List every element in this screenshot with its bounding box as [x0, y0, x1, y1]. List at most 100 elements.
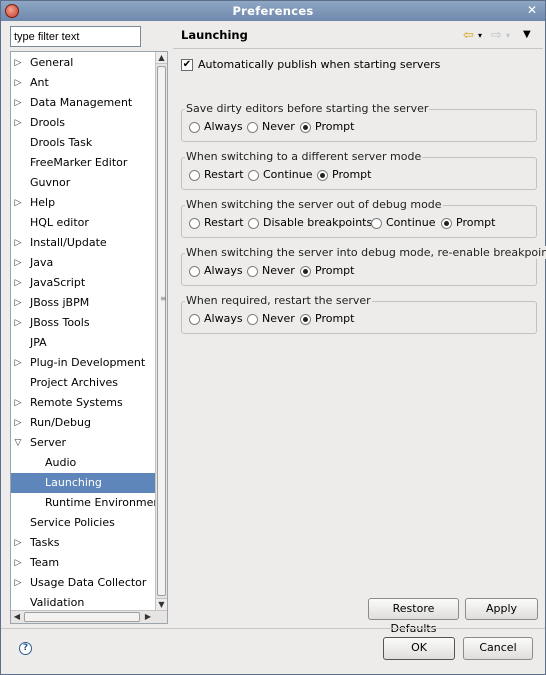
tree-item[interactable]: ▷ Data Management: [11, 93, 156, 113]
tree-vertical-scrollbar[interactable]: ▲ ▼: [155, 52, 167, 611]
tree-item[interactable]: ▷ Usage Data Collector: [11, 573, 156, 593]
close-icon[interactable]: ✕: [525, 3, 539, 17]
scroll-up-icon[interactable]: ▲: [156, 52, 167, 64]
tree-item[interactable]: Runtime Environment: [11, 493, 165, 513]
radio-label: Never: [262, 120, 295, 133]
radio-label: Prompt: [315, 264, 355, 277]
radio-button[interactable]: [300, 266, 311, 277]
expanded-arrow-icon[interactable]: ▽: [13, 433, 23, 453]
tree-item-label: JPA: [30, 336, 47, 349]
pane-sash-grip[interactable]: ≡: [160, 294, 167, 303]
tree-item-label: Server: [30, 436, 67, 449]
radio-button[interactable]: [300, 314, 311, 325]
tree-item-label: Drools: [30, 116, 65, 129]
tree-item-label: HQL editor: [30, 216, 89, 229]
collapsed-arrow-icon[interactable]: ▷: [13, 193, 23, 213]
tree-item[interactable]: ▷ Team: [11, 553, 156, 573]
tree-item[interactable]: ▷ JBoss jBPM: [11, 293, 156, 313]
collapsed-arrow-icon[interactable]: ▷: [13, 573, 23, 593]
restore-defaults-button[interactable]: Restore Defaults: [368, 598, 459, 635]
radio-button[interactable]: [248, 170, 259, 181]
title-separator: [173, 48, 543, 49]
tree-item[interactable]: Service Policies: [11, 513, 156, 533]
preference-tree: ▷ General ▷ Ant ▷ Data Management ▷ Drools Drool…: [10, 51, 168, 624]
tree-item[interactable]: ▷ JBoss Tools: [11, 313, 156, 333]
collapsed-arrow-icon[interactable]: ▷: [13, 73, 23, 93]
tree-item[interactable]: Project Archives: [11, 373, 156, 393]
view-menu-icon[interactable]: ▼: [523, 29, 531, 40]
collapsed-arrow-icon[interactable]: ▷: [13, 93, 23, 113]
radio-button[interactable]: [247, 314, 258, 325]
forward-arrow-icon[interactable]: ⇨: [491, 28, 502, 43]
tree-item-label: Team: [30, 556, 60, 569]
scroll-right-icon[interactable]: ▶: [142, 611, 154, 623]
collapsed-arrow-icon[interactable]: ▷: [13, 313, 23, 333]
collapsed-arrow-icon[interactable]: ▷: [13, 353, 23, 373]
tree-item[interactable]: ▷ Help: [11, 193, 156, 213]
tree-item-label: Data Management: [30, 96, 133, 109]
ok-button[interactable]: OK: [383, 637, 455, 660]
tree-item[interactable]: ▷ General: [11, 53, 156, 73]
tree-item-label: Runtime Environment: [45, 496, 165, 509]
tree-item[interactable]: HQL editor: [11, 213, 156, 233]
radio-label: Continue: [386, 216, 436, 229]
collapsed-arrow-icon[interactable]: ▷: [13, 293, 23, 313]
collapsed-arrow-icon[interactable]: ▷: [13, 413, 23, 433]
scroll-thumb[interactable]: [157, 66, 166, 596]
tree-item[interactable]: JPA: [11, 333, 156, 353]
tree-item[interactable]: Guvnor: [11, 173, 156, 193]
tree-item-label: Tasks: [30, 536, 60, 549]
auto-publish-checkbox[interactable]: ✔: [181, 59, 193, 71]
radio-button[interactable]: [189, 122, 200, 133]
help-icon[interactable]: ?: [19, 642, 32, 655]
forward-dropdown-icon[interactable]: ▾: [506, 31, 510, 40]
tree-item[interactable]: ▷ Install/Update: [11, 233, 156, 253]
tree-item[interactable]: ▷ Java: [11, 253, 156, 273]
radio-button[interactable]: [189, 218, 200, 229]
radio-button[interactable]: [189, 170, 200, 181]
collapsed-arrow-icon[interactable]: ▷: [13, 233, 23, 253]
hscroll-thumb[interactable]: [24, 612, 140, 622]
scroll-down-icon[interactable]: ▼: [156, 598, 167, 610]
radio-button[interactable]: [300, 122, 311, 133]
back-arrow-icon[interactable]: ⇦: [463, 28, 474, 43]
filter-input[interactable]: [10, 26, 141, 47]
collapsed-arrow-icon[interactable]: ▷: [13, 113, 23, 133]
tree-item[interactable]: ▷ Tasks: [11, 533, 156, 553]
radio-button[interactable]: [189, 314, 200, 325]
tree-item[interactable]: ▷ JavaScript: [11, 273, 156, 293]
tree-item[interactable]: ▽ Server: [11, 433, 156, 453]
tree-item[interactable]: ▷ Drools: [11, 113, 156, 133]
radio-button[interactable]: [247, 266, 258, 277]
radio-button[interactable]: [247, 122, 258, 133]
tree-item-label: Audio: [45, 456, 77, 469]
collapsed-arrow-icon[interactable]: ▷: [13, 533, 23, 553]
tree-item[interactable]: Launching: [11, 473, 156, 493]
tree-item[interactable]: ▷ Ant: [11, 73, 156, 93]
tree-item[interactable]: Audio: [11, 453, 156, 473]
radio-button[interactable]: [441, 218, 452, 229]
collapsed-arrow-icon[interactable]: ▷: [13, 273, 23, 293]
tree-item[interactable]: ▷ Run/Debug: [11, 413, 156, 433]
radio-button[interactable]: [371, 218, 382, 229]
apply-button[interactable]: Apply: [465, 598, 538, 620]
collapsed-arrow-icon[interactable]: ▷: [13, 253, 23, 273]
collapsed-arrow-icon[interactable]: ▷: [13, 53, 23, 73]
radio-button[interactable]: [248, 218, 259, 229]
collapsed-arrow-icon[interactable]: ▷: [13, 553, 23, 573]
cancel-button[interactable]: Cancel: [463, 637, 533, 660]
tree-horizontal-scrollbar[interactable]: ◀ ▶: [11, 610, 167, 623]
back-dropdown-icon[interactable]: ▾: [478, 31, 482, 40]
tree-item-label: Run/Debug: [30, 416, 91, 429]
group-legend: When switching the server into debug mod…: [185, 246, 546, 259]
tree-item[interactable]: ▷ Plug-in Development: [11, 353, 156, 373]
footer-separator: [1, 628, 545, 629]
option-group: Save dirty editors before starting the s…: [181, 102, 537, 142]
scroll-left-icon[interactable]: ◀: [11, 611, 23, 623]
tree-item[interactable]: FreeMarker Editor: [11, 153, 156, 173]
radio-button[interactable]: [317, 170, 328, 181]
radio-button[interactable]: [189, 266, 200, 277]
tree-item[interactable]: Drools Task: [11, 133, 156, 153]
tree-item[interactable]: ▷ Remote Systems: [11, 393, 156, 413]
collapsed-arrow-icon[interactable]: ▷: [13, 393, 23, 413]
